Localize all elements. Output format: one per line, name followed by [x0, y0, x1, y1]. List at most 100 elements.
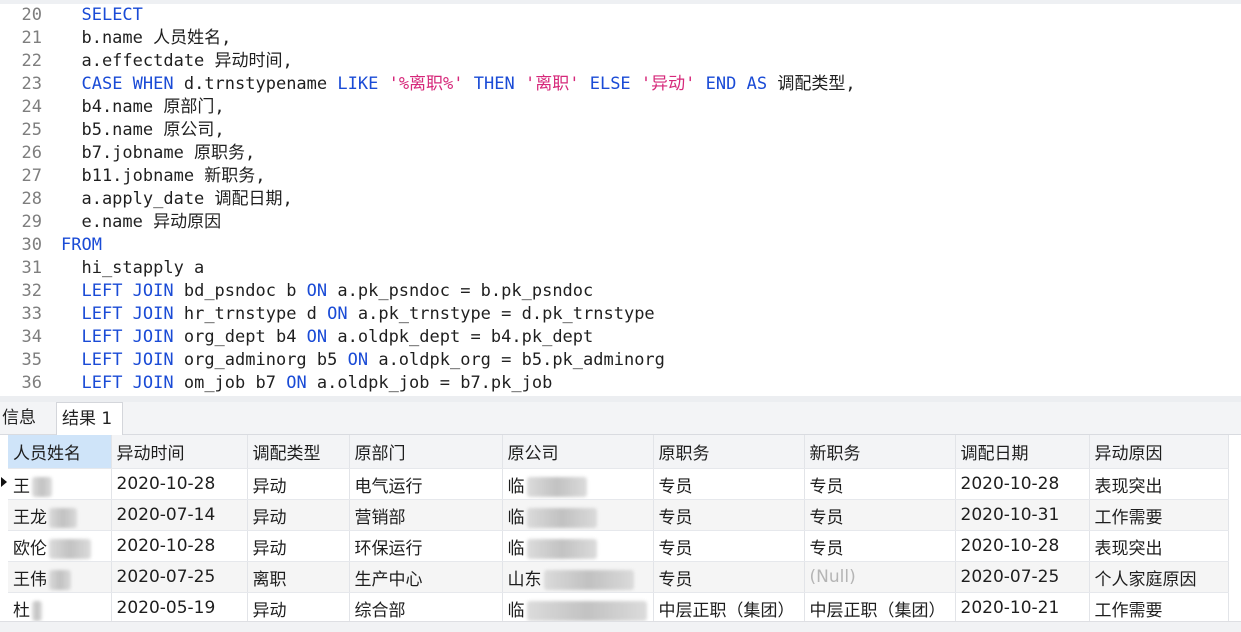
cell-value: 王龙 [13, 507, 47, 528]
column-header[interactable]: 原职务 [653, 435, 805, 469]
sql-text: a.effectdate 异动时间, [61, 51, 293, 71]
table-cell[interactable]: 2020-10-28 [111, 530, 248, 562]
table-cell[interactable]: 综合部 [349, 592, 503, 621]
table-row[interactable]: 欧伦 2020-10-28 异动 环保运行 临 专员 专员 2020-10-28 表现突出 [8, 530, 1229, 562]
table-cell[interactable]: 个人家庭原因 [1089, 561, 1229, 593]
sql-keyword: LEFT JOIN [81, 281, 174, 301]
table-cell[interactable]: 临 [502, 530, 654, 562]
sql-keyword: ON [347, 350, 369, 370]
cell-value: 临 [507, 600, 525, 621]
table-row[interactable]: 王 2020-10-28 异动 电气运行 临 专员 专员 2020-10-28 表现突出 [8, 468, 1229, 500]
table-cell[interactable]: 专员 [653, 468, 805, 500]
code-text: b7.jobname 原职务, [42, 142, 255, 165]
table-cell[interactable]: 异动 [247, 499, 350, 531]
tab-info[interactable]: 信息 [0, 402, 56, 434]
sql-keyword: END AS [705, 74, 768, 94]
sql-keyword: LEFT JOIN [81, 327, 174, 347]
table-cell[interactable]: 生产中心 [349, 561, 503, 593]
code-text: e.name 异动原因 [42, 211, 221, 234]
table-cell[interactable]: 专员 [804, 530, 956, 562]
table-cell[interactable]: 2020-10-28 [955, 530, 1090, 562]
cell-value: 专员 [809, 507, 844, 528]
table-cell[interactable]: 专员 [653, 499, 805, 531]
column-header[interactable]: 新职务 [804, 435, 956, 469]
table-cell[interactable]: 电气运行 [349, 468, 503, 500]
table-cell[interactable]: 王伟 [8, 561, 112, 593]
sql-string: '离职' [524, 74, 580, 94]
column-header[interactable]: 原公司 [502, 435, 654, 469]
table-cell[interactable]: 山东 [502, 561, 654, 593]
table-cell[interactable]: 临 [502, 468, 654, 500]
table-cell[interactable]: 2020-05-19 [111, 592, 248, 621]
table-cell[interactable]: 中层正职（集团） [804, 592, 956, 621]
table-cell[interactable]: 临 [502, 499, 654, 531]
table-cell[interactable]: 2020-07-25 [111, 561, 248, 593]
line-number: 27 [21, 166, 42, 186]
table-cell[interactable]: 异动 [247, 530, 350, 562]
code-text: LEFT JOIN hr_trnstype d ON a.pk_trnstype… [42, 303, 654, 326]
column-header[interactable]: 调配日期 [955, 435, 1090, 469]
table-cell[interactable]: 临 [502, 592, 654, 621]
table-cell[interactable]: 异动 [247, 468, 350, 500]
table-cell[interactable]: 欧伦 [8, 530, 112, 562]
table-cell[interactable]: 环保运行 [349, 530, 503, 562]
sql-text: 调配类型, [767, 74, 856, 94]
table-cell[interactable]: 王龙 [8, 499, 112, 531]
code-text: LEFT JOIN org_adminorg b5 ON a.oldpk_org… [42, 349, 664, 372]
code-text: b11.jobname 新职务, [42, 165, 265, 188]
cell-value: 王 [13, 476, 30, 497]
column-header[interactable]: 人员姓名 [8, 435, 112, 469]
column-header[interactable]: 调配类型 [247, 435, 350, 469]
table-cell[interactable]: 表现突出 [1089, 468, 1229, 500]
cell-value: 异动 [252, 507, 287, 528]
table-cell[interactable]: 2020-07-14 [111, 499, 248, 531]
table-cell[interactable]: 中层正职（集团） [653, 592, 805, 621]
result-grid[interactable]: 人员姓名 异动时间 调配类型 原部门 原公司 原职务 新职务 调配日期 异动原因 王 2020-1… [0, 435, 1241, 621]
table-cell[interactable]: 2020-10-28 [111, 468, 248, 500]
table-cell[interactable]: 专员 [653, 561, 805, 593]
line-number: 36 [21, 373, 42, 393]
table-cell[interactable]: 专员 [804, 499, 956, 531]
column-header[interactable]: 异动时间 [111, 435, 248, 469]
line-number: 23 [21, 74, 42, 94]
table-cell[interactable]: 营销部 [349, 499, 503, 531]
table-cell[interactable]: 专员 [804, 468, 956, 500]
column-header[interactable]: 原部门 [349, 435, 503, 469]
table-cell[interactable]: (Null) [804, 561, 956, 593]
line-number: 26 [21, 143, 42, 163]
cell-value: 临 [507, 476, 525, 497]
cell-value: 王伟 [13, 569, 47, 590]
code-line: 27 b11.jobname 新职务, [0, 165, 1241, 188]
table-cell[interactable]: 2020-07-25 [955, 561, 1090, 593]
table-row[interactable]: 王伟 2020-07-25 离职 生产中心 山东 专员 (Null) 2020-07-25 个人… [8, 561, 1229, 593]
table-cell[interactable]: 王 [8, 468, 112, 500]
cell-value: 表现突出 [1094, 476, 1163, 497]
column-header[interactable]: 异动原因 [1089, 435, 1229, 469]
sql-keyword: SELECT [81, 5, 143, 25]
code-text: LEFT JOIN org_dept b4 ON a.oldpk_dept = … [42, 326, 593, 349]
tab-result-1[interactable]: 结果 1 [56, 402, 124, 435]
table-cell[interactable]: 2020-10-28 [955, 468, 1090, 500]
table-cell[interactable]: 2020-10-31 [955, 499, 1090, 531]
table-cell[interactable]: 表现突出 [1089, 530, 1229, 562]
line-number: 33 [21, 304, 42, 324]
table-cell[interactable]: 专员 [653, 530, 805, 562]
table-cell[interactable]: 2020-10-21 [955, 592, 1090, 621]
cell-value: 工作需要 [1094, 600, 1163, 621]
table-cell[interactable]: 工作需要 [1089, 592, 1229, 621]
sql-editor[interactable]: 20 SELECT 21 b.name 人员姓名, 22 a.effectdate … [0, 0, 1241, 396]
table-cell[interactable]: 离职 [247, 561, 350, 593]
cell-value: 异动 [252, 476, 287, 497]
table-row[interactable]: 王龙 2020-07-14 异动 营销部 临 专员 专员 2020-10-31 工作需要 [8, 499, 1229, 531]
table-row[interactable]: 杜 2020-05-19 异动 综合部 临 中层正职（集团） 中层正职（集团） 2020-10… [8, 592, 1229, 621]
table-cell[interactable]: 杜 [8, 592, 112, 621]
table-cell[interactable]: 工作需要 [1089, 499, 1229, 531]
code-line: 33 LEFT JOIN hr_trnstype d ON a.pk_trnst… [0, 303, 1241, 326]
table-cell[interactable]: 异动 [247, 592, 350, 621]
cell-value: 个人家庭原因 [1094, 569, 1197, 590]
